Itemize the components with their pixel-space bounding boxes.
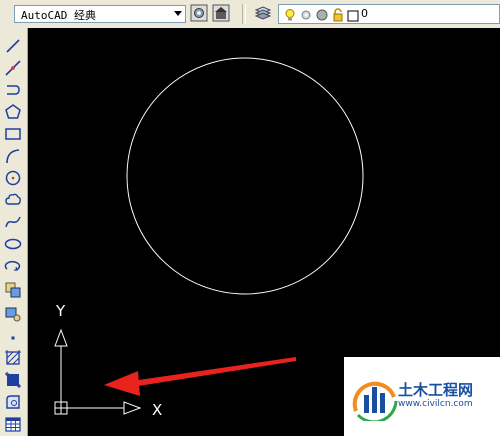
- circle-tool-icon[interactable]: [3, 168, 23, 188]
- gradient-tool-icon[interactable]: [3, 370, 23, 390]
- make-block-tool-icon[interactable]: [3, 304, 23, 324]
- workspace-dropdown-value: AutoCAD 经典: [21, 9, 96, 22]
- hatch-tool-icon[interactable]: [3, 348, 23, 368]
- ellipse-tool-icon[interactable]: [3, 234, 23, 254]
- region-tool-icon[interactable]: [3, 392, 23, 412]
- polyline-tool-icon[interactable]: [3, 80, 23, 100]
- ucs-y-label: Y: [55, 302, 66, 320]
- watermark-title: 土木工程网: [398, 381, 474, 399]
- drawn-circle[interactable]: [126, 57, 364, 295]
- watermark-url: www.civilcn.com: [398, 399, 473, 409]
- point-tool-icon[interactable]: [3, 328, 23, 348]
- draw-toolbar: [0, 28, 28, 436]
- spline-tool-icon[interactable]: [3, 212, 23, 232]
- construction-line-tool-icon[interactable]: [3, 58, 23, 78]
- workspace-dropdown[interactable]: AutoCAD 经典: [14, 5, 186, 23]
- ellipse-arc-tool-icon[interactable]: [3, 256, 23, 276]
- table-tool-icon[interactable]: [3, 414, 23, 434]
- layer-manager-icon[interactable]: [254, 4, 272, 22]
- line-tool-icon[interactable]: [3, 36, 23, 56]
- current-layer-name: 0: [361, 7, 368, 20]
- layer-dropdown[interactable]: 0: [278, 4, 500, 24]
- sun-icon[interactable]: [299, 7, 313, 26]
- red-arrow-annotation: [104, 357, 296, 396]
- autocad-window: AutoCAD 经典 0 Y X 土木工程网 www.civilcn.com: [0, 0, 500, 436]
- polygon-tool-icon[interactable]: [3, 102, 23, 122]
- top-toolbar: AutoCAD 经典 0: [0, 0, 500, 29]
- rectangle-tool-icon[interactable]: [3, 124, 23, 144]
- arc-tool-icon[interactable]: [3, 146, 23, 166]
- insert-block-tool-icon[interactable]: [3, 280, 23, 300]
- watermark-logo: 土木工程网 www.civilcn.com: [344, 357, 500, 436]
- workspace-settings-icon[interactable]: [190, 4, 208, 22]
- revision-cloud-tool-icon[interactable]: [3, 190, 23, 210]
- workspace-save-icon[interactable]: [212, 4, 230, 22]
- watermark-emblem-icon: [352, 381, 398, 421]
- ucs-icon: [54, 328, 142, 415]
- lock-icon[interactable]: [331, 7, 345, 26]
- color-box-icon[interactable]: [347, 7, 359, 26]
- chevron-down-icon[interactable]: [174, 11, 182, 16]
- light-bulb-icon[interactable]: [283, 7, 297, 26]
- toolbar-separator: [242, 4, 246, 24]
- ucs-x-label: X: [152, 401, 162, 419]
- color-swatch-icon[interactable]: [315, 7, 329, 26]
